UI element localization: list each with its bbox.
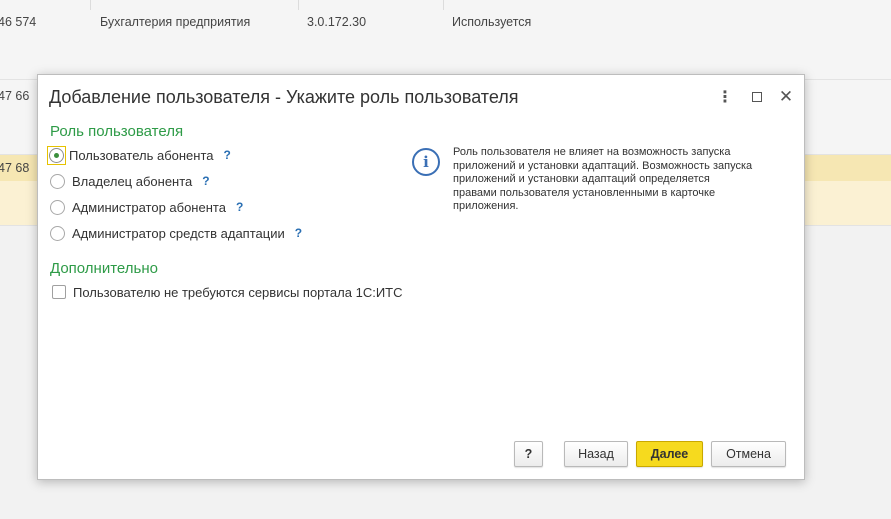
help-button[interactable]: ?: [514, 441, 543, 467]
help-icon[interactable]: ?: [224, 148, 231, 162]
row-name: Бухгалтерия предприятия: [100, 15, 251, 29]
next-button[interactable]: Далее: [636, 441, 703, 467]
help-icon[interactable]: ?: [202, 174, 209, 188]
role-option-subscriber-admin[interactable]: Администратор абонента ?: [50, 197, 243, 217]
close-icon[interactable]: ✕: [776, 87, 796, 107]
radio-checked-icon[interactable]: [49, 147, 64, 163]
checkbox-icon[interactable]: [52, 285, 66, 299]
info-text: Роль пользователя не влияет на возможнос…: [453, 146, 753, 212]
column-separator: [298, 0, 299, 10]
row-id: 47 66: [0, 89, 30, 103]
focus-frame: [47, 145, 66, 165]
add-user-dialog: Добавление пользователя - Укажите роль п…: [37, 74, 805, 480]
radio-icon[interactable]: [50, 225, 65, 241]
info-icon: i: [412, 148, 440, 176]
help-icon[interactable]: ?: [295, 226, 302, 240]
column-separator: [90, 0, 91, 10]
row-status: Используется: [452, 15, 532, 29]
radio-icon[interactable]: [50, 199, 65, 215]
radio-icon[interactable]: [50, 173, 65, 189]
dialog-title: Добавление пользователя - Укажите роль п…: [49, 87, 519, 107]
checkbox-label: Пользователю не требуются сервисы портал…: [73, 284, 403, 300]
role-option-subscriber-user[interactable]: Пользователь абонента ?: [47, 145, 231, 165]
extra-section-title: Дополнительно: [50, 260, 158, 277]
back-button[interactable]: Назад: [564, 441, 628, 467]
more-icon[interactable]: ⋮: [715, 87, 735, 107]
role-option-subscriber-owner[interactable]: Владелец абонента ?: [50, 171, 210, 191]
role-option-label: Администратор абонента: [72, 199, 226, 215]
row-id: 47 68: [0, 161, 30, 175]
role-option-adaptation-admin[interactable]: Администратор средств адаптации ?: [50, 223, 302, 243]
role-option-label: Пользователь абонента: [69, 147, 214, 163]
role-option-label: Владелец абонента: [72, 173, 193, 189]
column-separator: [443, 0, 444, 10]
list-row[interactable]: 46 574 Бухгалтерия предприятия 3.0.172.3…: [0, 0, 891, 80]
no-its-services-option[interactable]: Пользователю не требуются сервисы портал…: [52, 282, 403, 302]
role-option-label: Администратор средств адаптации: [72, 225, 285, 241]
cancel-button[interactable]: Отмена: [711, 441, 786, 467]
row-version: 3.0.172.30: [307, 15, 367, 29]
role-section-title: Роль пользователя: [50, 123, 184, 140]
help-icon[interactable]: ?: [236, 200, 243, 214]
maximize-icon[interactable]: [747, 87, 767, 107]
row-id: 46 574: [0, 15, 37, 29]
